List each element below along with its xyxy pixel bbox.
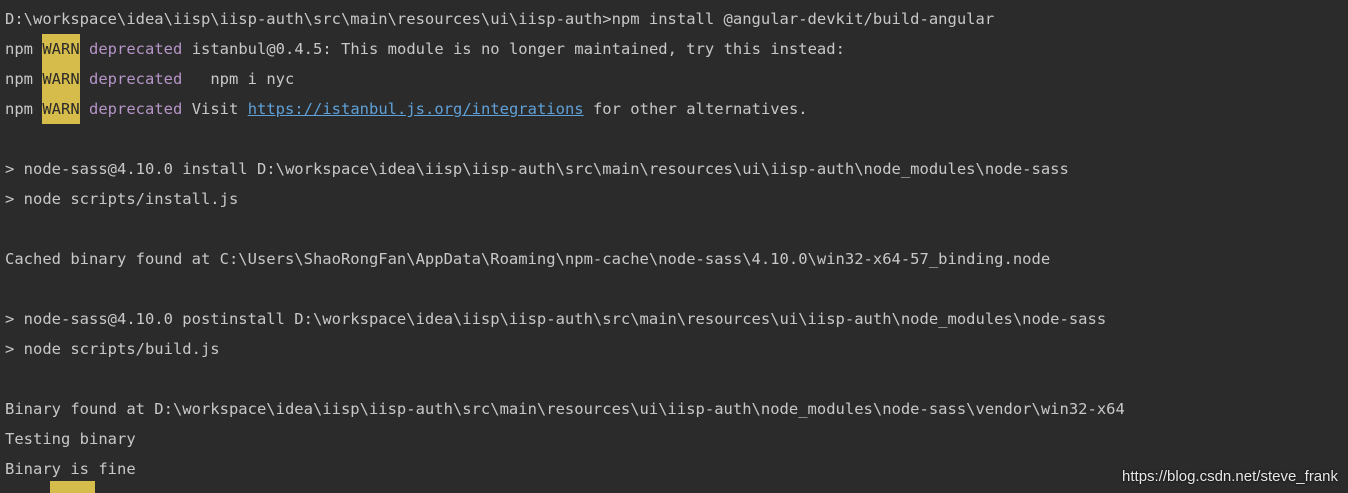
build-script-line: > node scripts/build.js — [5, 340, 220, 358]
warn-line-3: npm WARN deprecated Visit https://istanb… — [5, 94, 1348, 124]
deprecated-label: deprecated — [89, 70, 183, 88]
testing-binary-line: Testing binary — [5, 430, 136, 448]
npm-prefix: npm — [5, 100, 33, 118]
deprecated-label: deprecated — [89, 100, 183, 118]
warn-badge: WARN — [42, 34, 80, 64]
watermark: https://blog.csdn.net/steve_frank — [1122, 468, 1338, 485]
warn-message-suffix: for other alternatives. — [583, 100, 808, 118]
warn-message-prefix: Visit — [191, 100, 248, 118]
npm-prefix: npm — [5, 40, 33, 58]
warn-line-1: npm WARN deprecated istanbul@0.4.5: This… — [5, 34, 1348, 64]
binary-found-line: Binary found at D:\workspace\idea\iisp\i… — [5, 400, 1125, 418]
integrations-link[interactable]: https://istanbul.js.org/integrations — [248, 100, 584, 118]
npm-prefix: npm — [5, 70, 33, 88]
install-line: > node-sass@4.10.0 install D:\workspace\… — [5, 160, 1069, 178]
postinstall-line: > node-sass@4.10.0 postinstall D:\worksp… — [5, 310, 1107, 328]
warn-message: istanbul@0.4.5: This module is no longer… — [191, 40, 845, 58]
warn-badge: WARN — [42, 64, 80, 94]
warn-line-2: npm WARN deprecated npm i nyc — [5, 64, 1348, 94]
cut-off-warn-badge — [50, 481, 95, 493]
warn-badge: WARN — [42, 94, 80, 124]
deprecated-label: deprecated — [89, 40, 183, 58]
terminal-output[interactable]: D:\workspace\idea\iisp\iisp-auth\src\mai… — [0, 0, 1348, 493]
cached-binary-line: Cached binary found at C:\Users\ShaoRong… — [5, 250, 1051, 268]
command-line: D:\workspace\idea\iisp\iisp-auth\src\mai… — [5, 10, 995, 28]
install-script-line: > node scripts/install.js — [5, 190, 239, 208]
warn-message: npm i nyc — [191, 70, 295, 88]
